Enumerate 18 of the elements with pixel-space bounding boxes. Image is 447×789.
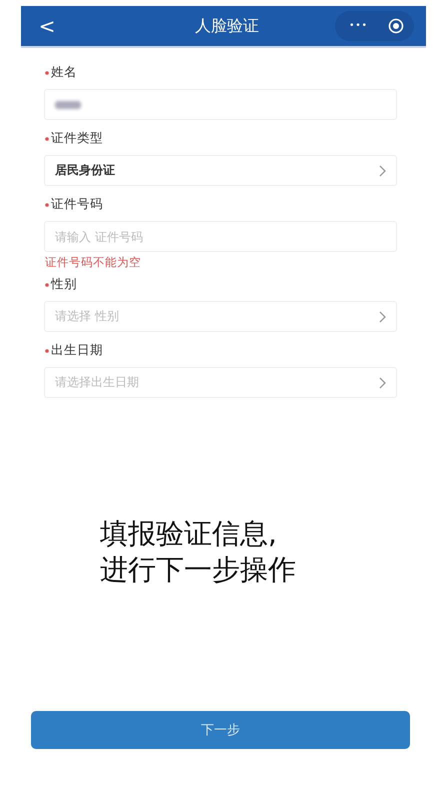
field-label: 性别 bbox=[51, 276, 77, 293]
caption: 填报验证信息, 进行下一步操作 bbox=[100, 516, 297, 588]
next-button[interactable]: 下一步 bbox=[31, 711, 410, 749]
input-field[interactable]: 请输入 证件号码 bbox=[44, 221, 397, 252]
error-message: 证件号码不能为空 bbox=[45, 255, 142, 270]
select-field[interactable]: 居民身份证 bbox=[44, 155, 397, 186]
page-title: 人脸验证 bbox=[194, 16, 260, 36]
chevron-icon bbox=[379, 376, 386, 388]
field-label: 姓名 bbox=[51, 64, 77, 81]
back-button[interactable]: < bbox=[35, 14, 59, 38]
input-field[interactable] bbox=[44, 89, 397, 120]
field-label: 证件号码 bbox=[51, 196, 103, 213]
field-label: 出生日期 bbox=[51, 342, 103, 359]
close-icon[interactable] bbox=[388, 18, 404, 34]
more-button[interactable]: ••• bbox=[349, 21, 368, 31]
chevron-icon bbox=[379, 164, 386, 176]
chevron-icon bbox=[379, 310, 386, 322]
field-label: 证件类型 bbox=[51, 130, 103, 147]
